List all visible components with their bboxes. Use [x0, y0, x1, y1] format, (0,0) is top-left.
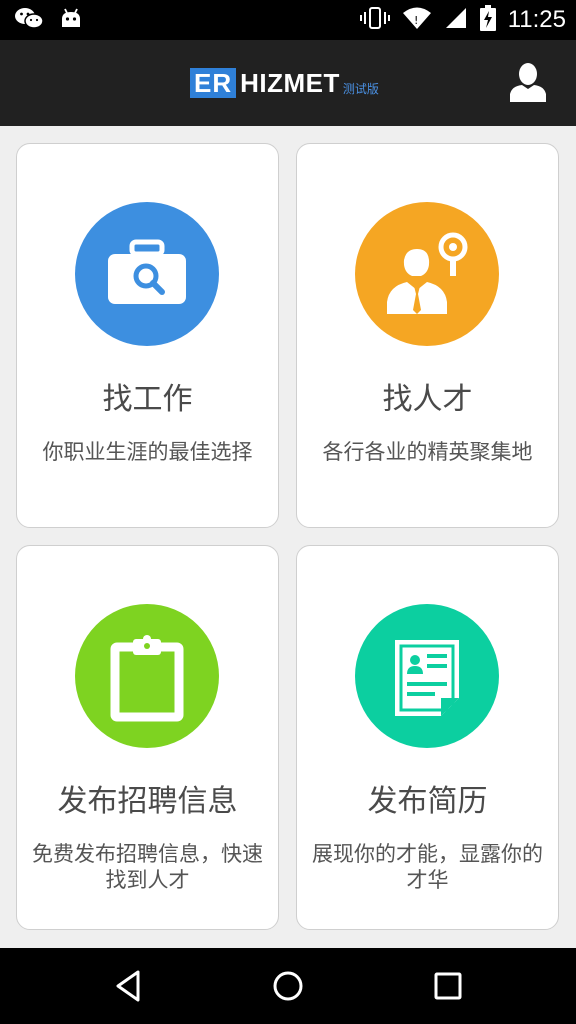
signal-icon [444, 6, 468, 34]
card-subtitle: 你职业生涯的最佳选择 [42, 440, 253, 464]
status-time: 11:25 [507, 6, 566, 33]
card-title: 发布简历 [367, 784, 488, 819]
card-title: 找工作 [102, 382, 193, 417]
card-find-job[interactable]: 找工作 你职业生涯的最佳选择 [16, 143, 279, 528]
briefcase-search-icon [75, 202, 219, 346]
system-nav-bar [0, 948, 576, 1024]
card-find-talent[interactable]: 找人才 各行各业的精英聚集地 [296, 143, 559, 528]
card-post-resume[interactable]: 发布简历 展现你的才能，显露你的才华 [296, 545, 559, 930]
android-icon [60, 7, 82, 33]
battery-charging-icon [479, 5, 496, 35]
wifi-icon: ! [402, 6, 432, 34]
app-bar: ER HIZMET 测试版 [0, 40, 576, 126]
person-search-icon [355, 202, 499, 346]
nav-back-button[interactable] [108, 968, 148, 1004]
card-subtitle: 各行各业的精英聚集地 [322, 440, 533, 464]
recents-icon [434, 972, 462, 1000]
status-bar: ! 11:25 [0, 0, 576, 40]
vibrate-icon [359, 6, 390, 34]
card-subtitle: 展现你的才能，显露你的才华 [312, 842, 543, 892]
home-icon [273, 971, 303, 1001]
clipboard-icon [75, 604, 219, 748]
nav-recents-button[interactable] [428, 968, 468, 1004]
logo-er: ER [190, 68, 237, 98]
logo-name: HIZMET [240, 67, 340, 98]
resume-icon [355, 604, 499, 748]
user-icon [510, 63, 546, 102]
card-title: 发布招聘信息 [57, 784, 238, 819]
app-logo: ER HIZMET 测试版 [190, 67, 379, 99]
card-subtitle: 免费发布招聘信息，快速找到人才 [32, 842, 263, 892]
user-profile-button[interactable] [510, 62, 546, 102]
card-title: 找人才 [382, 382, 473, 417]
wechat-icon [14, 6, 44, 34]
card-post-job[interactable]: 发布招聘信息 免费发布招聘信息，快速找到人才 [16, 545, 279, 930]
svg-text:!: ! [414, 14, 418, 27]
logo-beta-label: 测试版 [342, 81, 379, 96]
back-icon [116, 970, 140, 1002]
nav-home-button[interactable] [268, 968, 308, 1004]
